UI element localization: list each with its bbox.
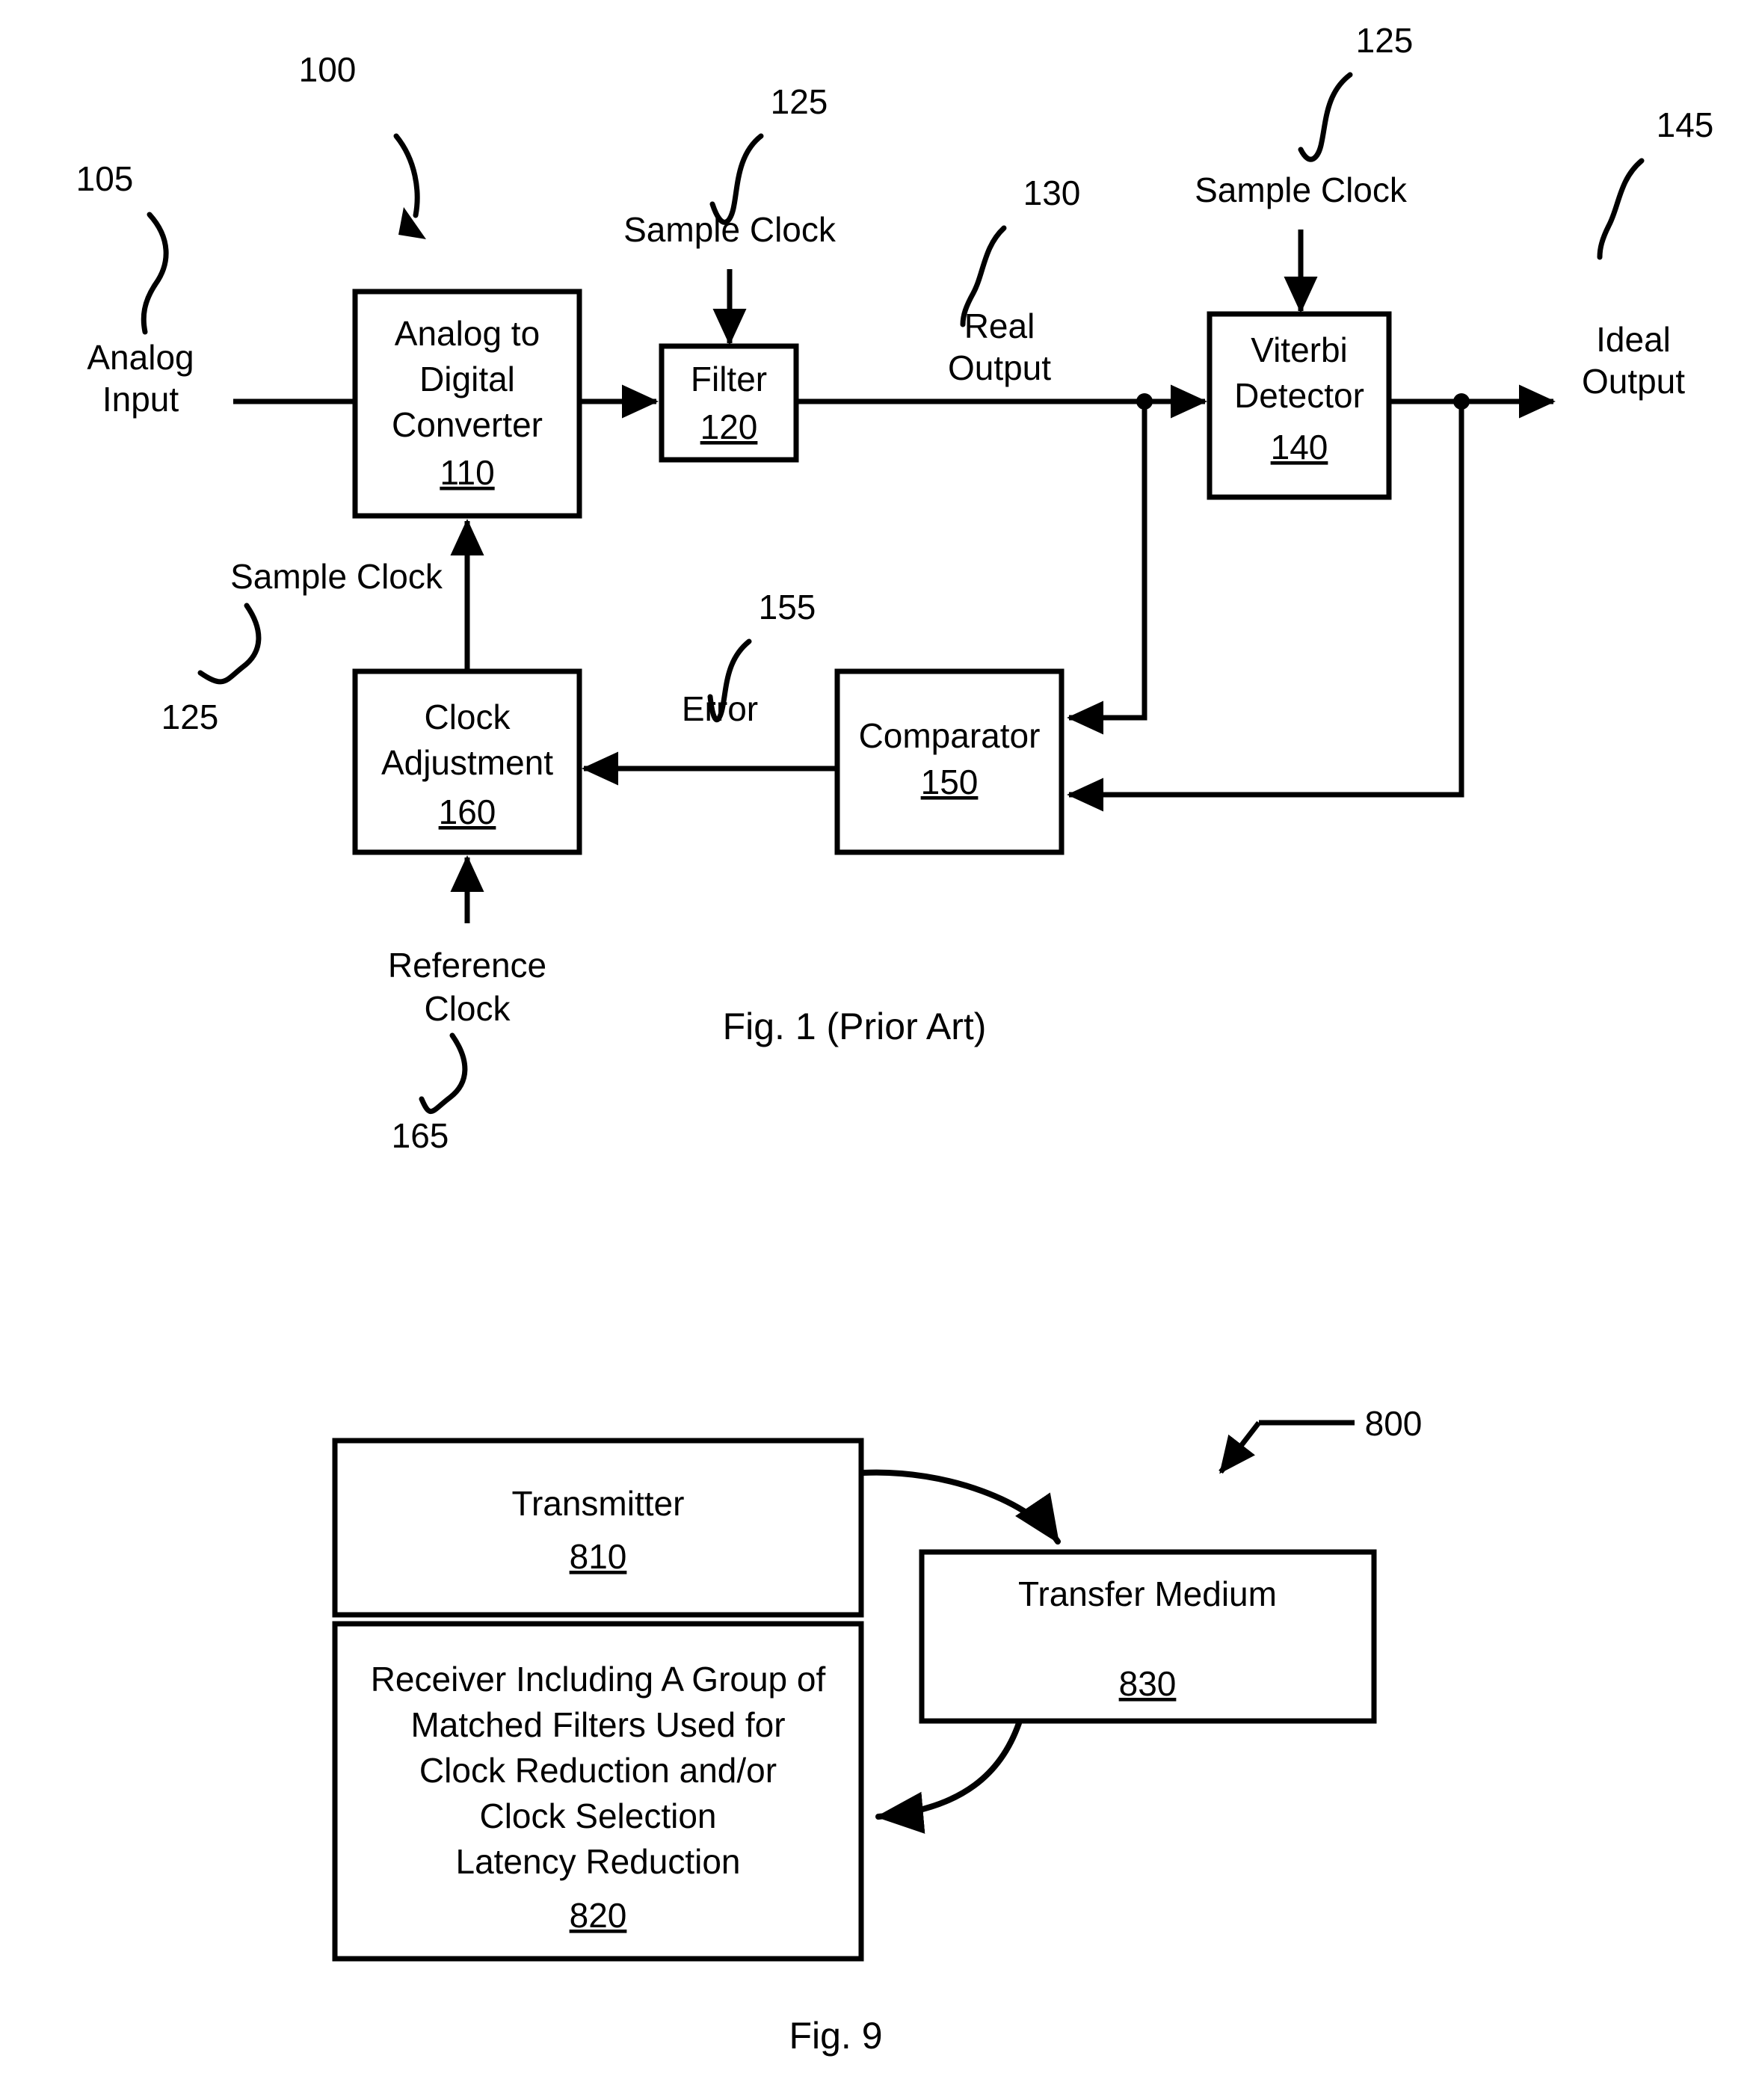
ref-125-adc-label: 125 bbox=[161, 698, 219, 736]
reference-clock-label-line1: Reference bbox=[388, 946, 546, 985]
ref-125-viterbi-label: 125 bbox=[1356, 21, 1414, 60]
ref-100-label: 100 bbox=[299, 50, 357, 89]
ref-800-label: 800 bbox=[1365, 1404, 1423, 1443]
sample-clock-filter-label: Sample Clock bbox=[623, 210, 837, 249]
viterbi-title-line2: Detector bbox=[1234, 376, 1364, 415]
receiver-title-line3: Clock Reduction and/or bbox=[419, 1751, 777, 1790]
page-background bbox=[0, 0, 1753, 2100]
receiver-title-line2: Matched Filters Used for bbox=[410, 1705, 785, 1744]
clock-adjustment-ref-number: 160 bbox=[439, 792, 496, 831]
adc-title-line1: Analog to bbox=[395, 314, 540, 353]
ref-125-filter-label: 125 bbox=[771, 82, 828, 121]
block-transmitter bbox=[332, 1438, 864, 1618]
ref-165-label: 165 bbox=[392, 1116, 449, 1155]
real-output-label-line1: Real bbox=[964, 307, 1035, 345]
block-comparator bbox=[834, 668, 1065, 855]
comparator-title: Comparator bbox=[859, 716, 1041, 755]
clock-adjustment-title-line2: Adjustment bbox=[381, 743, 553, 782]
patent-drawing-page: 100 105 Analog Input Analog to Digital C… bbox=[0, 0, 1753, 2100]
clock-adjustment-title-line1: Clock bbox=[424, 698, 511, 736]
analog-input-label-line2: Input bbox=[102, 380, 179, 419]
reference-clock-label-line2: Clock bbox=[424, 989, 511, 1028]
drawing-canvas: 100 105 Analog Input Analog to Digital C… bbox=[0, 0, 1753, 2100]
ref-145-label: 145 bbox=[1657, 105, 1714, 144]
comparator-ref-number: 150 bbox=[921, 763, 979, 801]
viterbi-ref-number: 140 bbox=[1271, 428, 1328, 467]
receiver-ref-number: 820 bbox=[570, 1896, 627, 1935]
receiver-title-line5: Latency Reduction bbox=[455, 1842, 740, 1881]
ref-155-label: 155 bbox=[759, 588, 816, 626]
figure-1-caption: Fig. 1 (Prior Art) bbox=[723, 1006, 987, 1047]
ref-130-label: 130 bbox=[1023, 173, 1081, 212]
ref-105-label: 105 bbox=[76, 159, 134, 198]
receiver-title-line1: Receiver Including A Group of bbox=[371, 1660, 826, 1699]
transmitter-title: Transmitter bbox=[512, 1484, 685, 1523]
error-label: Error bbox=[682, 689, 758, 728]
ideal-output-label-line1: Ideal bbox=[1596, 320, 1671, 359]
sample-clock-viterbi-label: Sample Clock bbox=[1195, 170, 1408, 209]
adc-ref-number: 110 bbox=[440, 453, 494, 492]
viterbi-title-line1: Viterbi bbox=[1251, 330, 1348, 369]
ideal-output-label-line2: Output bbox=[1582, 362, 1685, 401]
sample-clock-adc-label: Sample Clock bbox=[230, 557, 443, 596]
adc-title-line2: Digital bbox=[419, 360, 515, 398]
analog-input-label-line1: Analog bbox=[87, 338, 194, 377]
transfer-medium-ref-number: 830 bbox=[1119, 1664, 1177, 1703]
transmitter-ref-number: 810 bbox=[570, 1537, 627, 1576]
figure-9-caption: Fig. 9 bbox=[789, 2015, 882, 2057]
real-output-label-line2: Output bbox=[948, 348, 1051, 387]
filter-title: Filter bbox=[691, 360, 767, 398]
receiver-title-line4: Clock Selection bbox=[479, 1796, 716, 1835]
adc-title-line3: Converter bbox=[392, 405, 543, 444]
transfer-medium-title: Transfer Medium bbox=[1018, 1574, 1277, 1613]
filter-ref-number: 120 bbox=[700, 407, 758, 446]
